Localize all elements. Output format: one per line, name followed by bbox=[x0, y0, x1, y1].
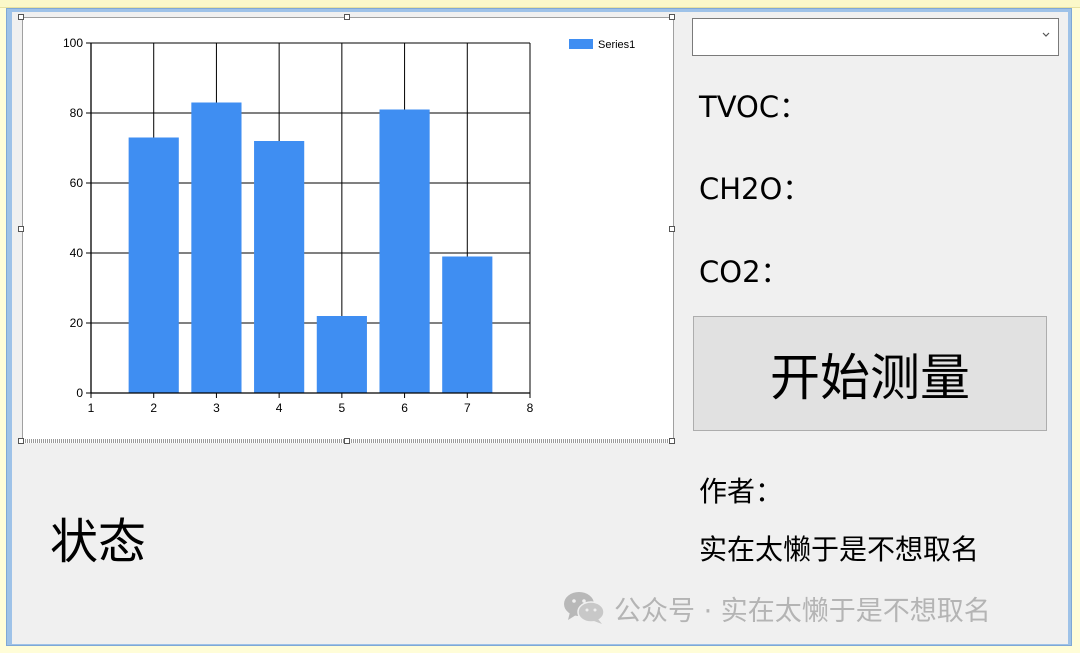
port-select[interactable] bbox=[692, 18, 1059, 56]
x-tick-label: 8 bbox=[527, 401, 534, 415]
status-label: 状态 bbox=[50, 514, 147, 570]
chart-control[interactable]: 1 2 3 4 5 6 7 8 0 20 40 60 80 100 Series1 bbox=[22, 17, 674, 443]
bar bbox=[316, 316, 367, 393]
resize-handle-top-left[interactable] bbox=[18, 14, 24, 20]
author-name: 实在太懒于是不想取名 bbox=[699, 533, 980, 566]
resize-handle-bottom-right[interactable] bbox=[669, 438, 675, 444]
y-tick-label: 40 bbox=[70, 246, 84, 260]
resize-handle-top[interactable] bbox=[344, 14, 350, 20]
watermark-text: 公众号 · 实在太懒于是不想取名 bbox=[614, 595, 991, 627]
y-tick-label: 100 bbox=[63, 36, 83, 50]
wechat-icon bbox=[564, 592, 605, 624]
co2-label: CO2： bbox=[699, 255, 790, 289]
legend-swatch bbox=[569, 39, 593, 49]
bar bbox=[254, 141, 305, 393]
x-tick-label: 5 bbox=[339, 401, 346, 415]
start-measure-button[interactable]: 开始测量 bbox=[693, 316, 1047, 431]
bar bbox=[442, 256, 493, 393]
x-tick-label: 6 bbox=[401, 401, 408, 415]
resize-handle-left[interactable] bbox=[18, 226, 24, 232]
y-tick-label: 80 bbox=[70, 106, 84, 120]
bar bbox=[128, 137, 179, 393]
tvoc-label: TVOC： bbox=[699, 90, 809, 124]
legend-label: Series1 bbox=[598, 39, 635, 51]
y-tick-label: 0 bbox=[76, 386, 83, 400]
resize-handle-bottom-left[interactable] bbox=[18, 438, 24, 444]
bar bbox=[191, 102, 242, 393]
top-strip bbox=[0, 0, 1080, 8]
ch2o-label: CH2O： bbox=[699, 172, 812, 206]
resize-handle-top-right[interactable] bbox=[669, 14, 675, 20]
resize-handle-right[interactable] bbox=[669, 226, 675, 232]
bar bbox=[379, 109, 430, 393]
bar-chart: 1 2 3 4 5 6 7 8020406080100 Series1 bbox=[63, 36, 635, 415]
y-tick-label: 20 bbox=[70, 316, 84, 330]
x-tick-label: 4 bbox=[276, 401, 283, 415]
x-tick-label: 7 bbox=[464, 401, 471, 415]
author-title: 作者： bbox=[699, 475, 784, 508]
x-tick-label: 1 bbox=[88, 401, 95, 415]
y-tick-label: 60 bbox=[70, 176, 84, 190]
x-tick-label: 3 bbox=[213, 401, 220, 415]
chevron-down-icon[interactable] bbox=[1040, 28, 1052, 42]
resize-handle-bottom[interactable] bbox=[344, 438, 350, 444]
x-tick-label: 2 bbox=[150, 401, 157, 415]
watermark: 公众号 · 实在太懒于是不想取名 bbox=[562, 588, 991, 628]
